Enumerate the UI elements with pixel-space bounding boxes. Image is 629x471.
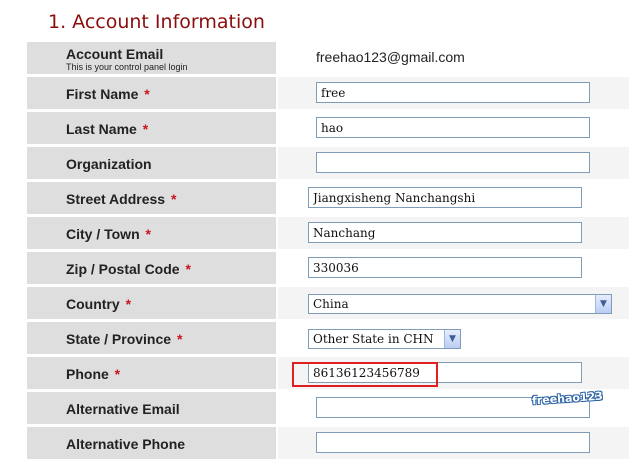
city-label: City / Town * [66,226,151,242]
state-selected-value: Other State in CHN [313,332,434,346]
row-alt-phone: Alternative Phone [27,427,629,459]
country-selected-value: China [313,297,349,311]
row-street-address: Street Address * [27,182,629,214]
row-zip: Zip / Postal Code * [27,252,629,284]
alt-email-input[interactable] [316,397,590,418]
phone-input[interactable] [308,362,582,383]
row-account-email: Account Email This is your control panel… [27,42,629,74]
row-organization: Organization [27,147,629,179]
row-country: Country * China ▼ [27,287,629,319]
first-name-label: First Name * [66,86,150,102]
required-marker: * [176,331,183,347]
row-state: State / Province * Other State in CHN ▼ [27,322,629,354]
zip-input[interactable] [308,257,582,278]
country-label: Country * [66,296,132,312]
required-marker: * [170,191,177,207]
row-last-name: Last Name * [27,112,629,144]
alt-phone-input[interactable] [316,432,590,453]
account-email-label: Account Email [66,46,164,62]
last-name-input[interactable] [316,117,590,138]
account-email-sublabel: This is your control panel login [66,62,188,72]
last-name-label: Last Name * [66,121,149,137]
required-marker: * [142,121,149,137]
row-first-name: First Name * [27,77,629,109]
street-address-label: Street Address * [66,191,177,207]
zip-label: Zip / Postal Code * [66,261,191,277]
alt-phone-label: Alternative Phone [66,436,186,452]
country-select[interactable]: China ▼ [308,294,612,314]
state-select[interactable]: Other State in CHN ▼ [308,329,461,349]
label-cell: Account Email This is your control panel… [27,42,276,74]
account-email-value: freehao123@gmail.com [316,49,465,65]
required-marker: * [144,86,150,102]
required-marker: * [185,261,191,277]
phone-label: Phone * [66,366,121,382]
required-marker: * [114,366,121,382]
first-name-input[interactable] [316,82,590,103]
chevron-down-icon[interactable]: ▼ [444,330,460,348]
chevron-down-icon[interactable]: ▼ [595,295,611,313]
row-alt-email: Alternative Email [27,392,629,424]
organization-label: Organization [66,156,152,172]
row-phone: Phone * [27,357,629,389]
alt-email-label: Alternative Email [66,401,180,417]
organization-input[interactable] [316,152,590,173]
section-title: 1. Account Information [48,11,265,33]
required-marker: * [145,226,151,242]
state-label: State / Province * [66,331,183,347]
row-city: City / Town * [27,217,629,249]
value-cell: freehao123@gmail.com [278,42,629,74]
required-marker: * [125,296,132,312]
city-input[interactable] [308,222,582,243]
street-address-input[interactable] [308,187,582,208]
